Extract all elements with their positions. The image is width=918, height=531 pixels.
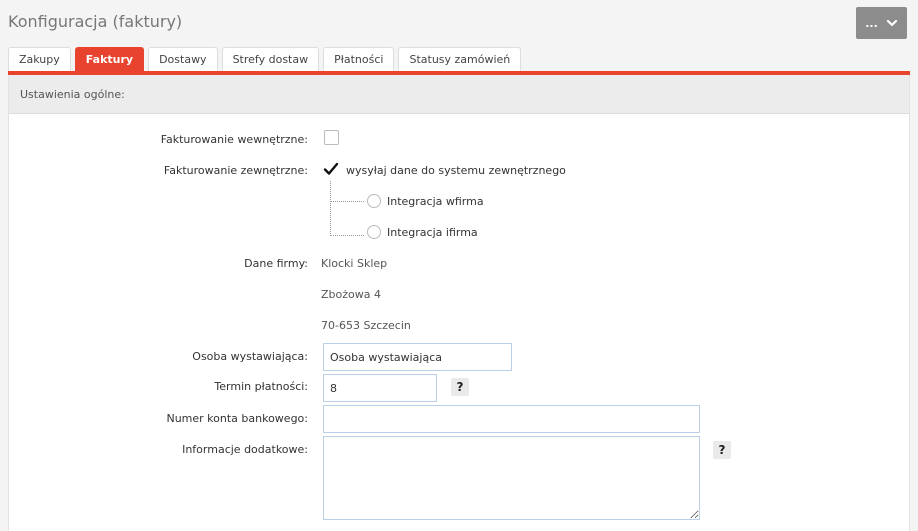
section-header: Ustawienia ogólne: xyxy=(9,75,909,114)
radio-wfirma[interactable] xyxy=(367,194,381,208)
company-city: 70-653 Szczecin xyxy=(321,319,411,332)
external-invoicing-text: wysyłaj dane do systemu zewnętrznego xyxy=(346,164,566,177)
internal-invoicing-label: Fakturowanie wewnętrzne: xyxy=(160,133,308,146)
tab-zakupy[interactable]: Zakupy xyxy=(8,47,71,71)
tree-connector xyxy=(330,235,364,236)
tree-connector xyxy=(330,201,364,202)
radio-ifirma[interactable] xyxy=(367,225,381,239)
payment-term-input[interactable] xyxy=(323,374,437,402)
tab-platnosci[interactable]: Płatności xyxy=(323,47,395,71)
tab-bar: Zakupy Faktury Dostawy Strefy dostaw Pła… xyxy=(8,47,522,71)
bank-account-input[interactable] xyxy=(323,405,700,433)
internal-invoicing-checkbox[interactable] xyxy=(324,130,339,145)
more-actions-label: ... xyxy=(865,16,878,30)
help-icon[interactable]: ? xyxy=(713,441,731,459)
help-icon[interactable]: ? xyxy=(451,378,469,396)
issuer-label: Osoba wystawiająca: xyxy=(192,350,308,363)
more-actions-button[interactable]: ... xyxy=(856,7,907,39)
radio-ifirma-label: Integracja ifirma xyxy=(387,226,478,239)
page-title: Konfiguracja (faktury) xyxy=(8,12,183,31)
external-invoicing-label: Fakturowanie zewnętrzne: xyxy=(163,164,308,177)
company-label: Dane firmy: xyxy=(244,257,308,270)
tab-dostawy[interactable]: Dostawy xyxy=(148,47,218,71)
tab-faktury[interactable]: Faktury xyxy=(74,47,145,71)
additional-info-label: Informacje dodatkowe: xyxy=(182,443,308,456)
tree-connector xyxy=(330,181,331,236)
radio-wfirma-label: Integracja wfirma xyxy=(387,195,484,208)
bank-account-label: Numer konta bankowego: xyxy=(166,412,308,425)
chevron-down-icon xyxy=(886,19,897,27)
company-street: Zbożowa 4 xyxy=(321,288,381,301)
tab-statusy-zamowien[interactable]: Statusy zamówień xyxy=(398,47,522,71)
issuer-input[interactable] xyxy=(323,343,512,371)
settings-panel: Ustawienia ogólne: Fakturowanie wewnętrz… xyxy=(8,75,910,531)
checkmark-icon[interactable] xyxy=(323,161,339,177)
payment-term-label: Termin płatności: xyxy=(214,380,308,393)
company-name: Klocki Sklep xyxy=(321,257,388,270)
additional-info-textarea[interactable] xyxy=(323,436,700,520)
tab-strefy-dostaw[interactable]: Strefy dostaw xyxy=(221,47,320,71)
